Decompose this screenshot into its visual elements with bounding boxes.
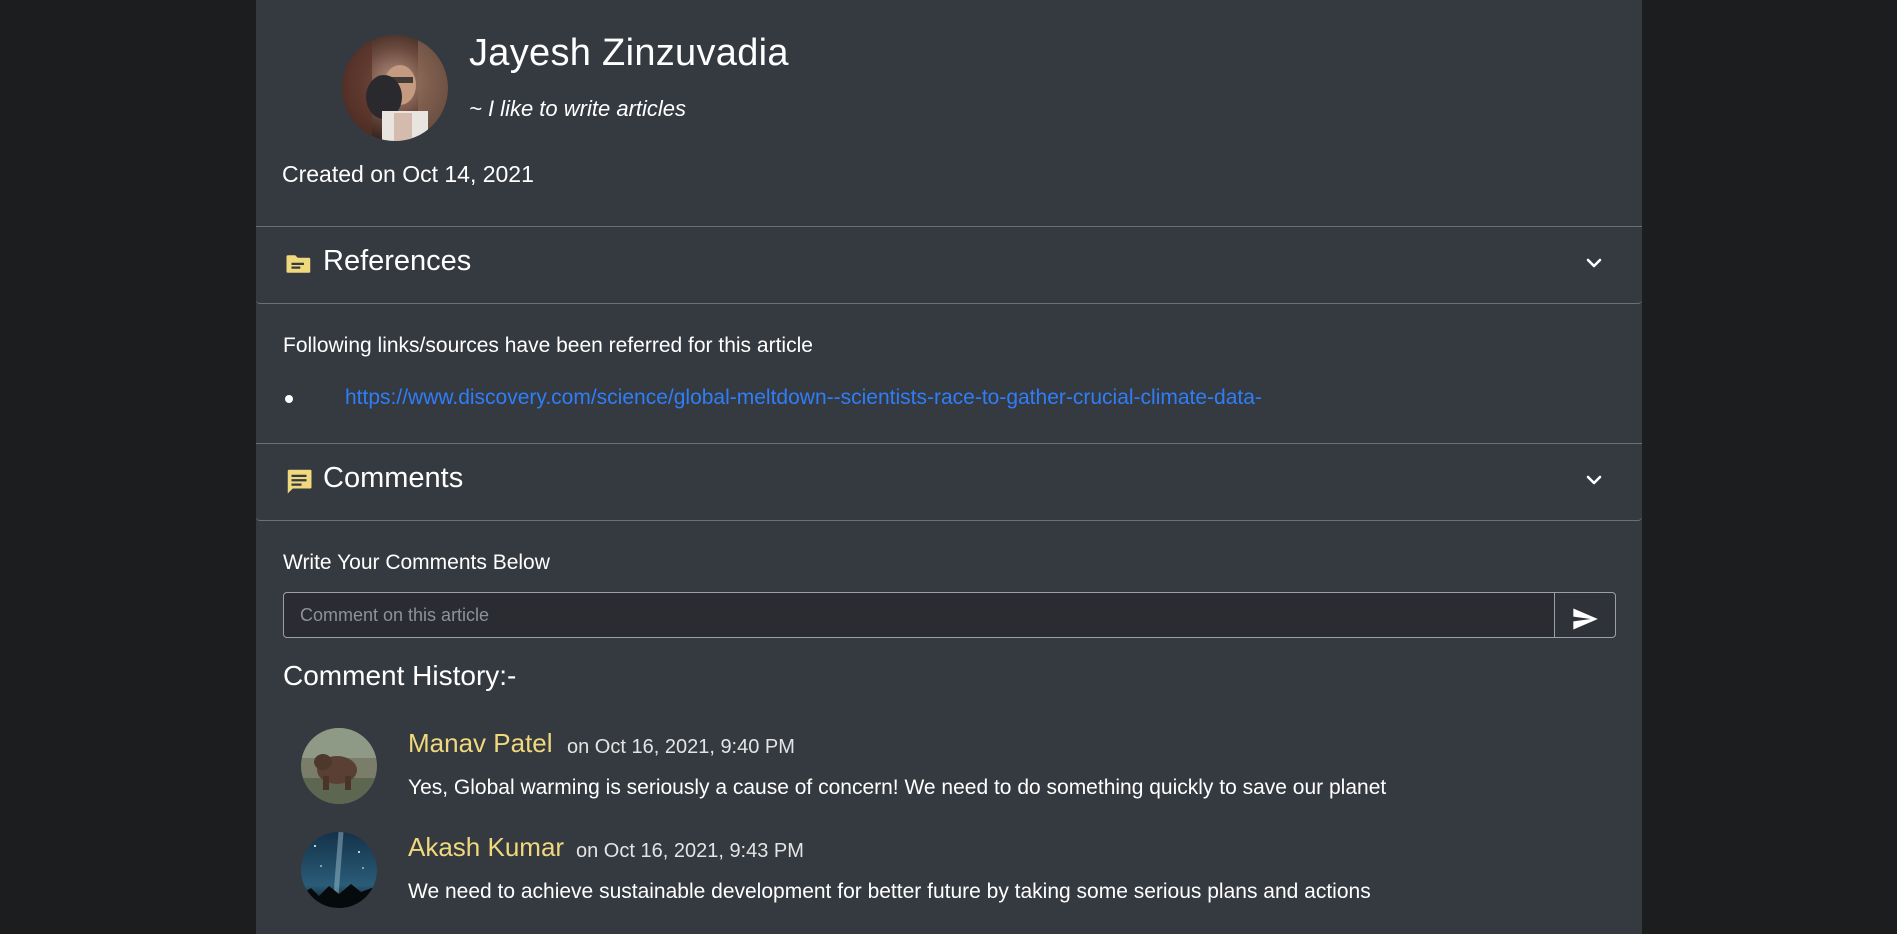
comments-accordion-header[interactable]: Comments xyxy=(256,443,1642,521)
comment-text: We need to achieve sustainable developme… xyxy=(408,880,1371,903)
commenter-avatar xyxy=(301,728,377,804)
references-heading: References xyxy=(323,245,472,277)
references-accordion-header[interactable]: References xyxy=(256,226,1642,304)
author-name: Jayesh Zinzuvadia xyxy=(469,32,789,74)
chevron-down-icon[interactable] xyxy=(1584,470,1604,490)
author-bio: ~ I like to write articles xyxy=(469,96,687,121)
references-list: https://www.discovery.com/science/global… xyxy=(283,386,1262,410)
write-comment-label: Write Your Comments Below xyxy=(283,551,550,574)
send-button[interactable] xyxy=(1554,592,1616,638)
comments-heading: Comments xyxy=(323,462,464,494)
reference-link[interactable]: https://www.discovery.com/science/global… xyxy=(345,386,1262,409)
chevron-down-icon[interactable] xyxy=(1584,253,1604,273)
commenter-name: Manav Patel xyxy=(408,728,553,758)
comment-history-title: Comment History:- xyxy=(283,660,517,691)
bullet-icon xyxy=(285,395,293,403)
created-date: Created on Oct 14, 2021 xyxy=(282,161,534,187)
article-panel: Jayesh Zinzuvadia ~ I like to write arti… xyxy=(256,0,1642,934)
folder-icon xyxy=(284,249,314,279)
comment-input[interactable] xyxy=(283,592,1555,638)
commenter-avatar xyxy=(301,832,377,908)
comment-icon xyxy=(284,466,314,496)
comment-date: on Oct 16, 2021, 9:40 PM xyxy=(567,736,795,758)
author-section: Jayesh Zinzuvadia ~ I like to write arti… xyxy=(256,0,1642,226)
send-icon xyxy=(1573,608,1598,630)
comment-text: Yes, Global warming is seriously a cause… xyxy=(408,776,1387,799)
author-avatar xyxy=(342,35,448,141)
list-item: https://www.discovery.com/science/global… xyxy=(283,386,1262,410)
comment-date: on Oct 16, 2021, 9:43 PM xyxy=(576,840,804,862)
commenter-name: Akash Kumar xyxy=(408,832,565,862)
references-intro: Following links/sources have been referr… xyxy=(283,334,813,357)
